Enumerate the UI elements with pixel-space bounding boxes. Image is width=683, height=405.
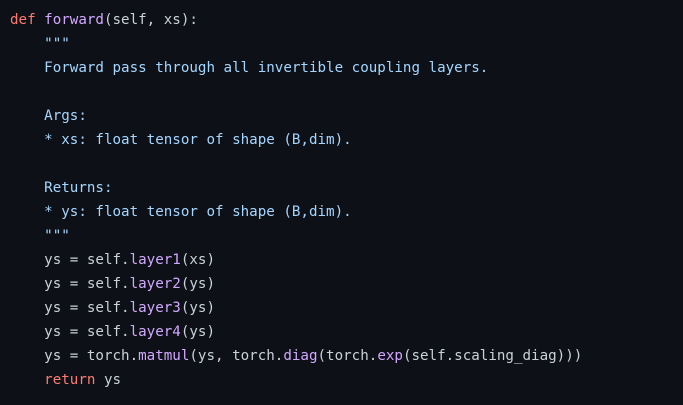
code-line: """ [10, 224, 683, 248]
code-token-fn: layer4 [129, 324, 181, 340]
code-line: Args: [10, 104, 683, 128]
code-token-fn: layer1 [129, 252, 181, 268]
code-token-kw: def [10, 12, 36, 28]
code-token-plain: ys = self. [10, 252, 130, 268]
code-token-plain: (ys, torch. [189, 348, 284, 364]
code-token-plain: (self, xs): [103, 12, 198, 28]
code-token-plain: (ys) [180, 300, 216, 316]
code-line: ys = self.layer1(xs) [10, 248, 683, 272]
code-token-kw: return [44, 372, 96, 388]
code-token-doc: * xs: float tensor of shape (B,dim). [10, 132, 352, 148]
code-token-plain: (xs) [180, 252, 216, 268]
code-token-plain: (ys) [180, 276, 216, 292]
code-line: Returns: [10, 176, 683, 200]
code-token-plain: ys [95, 372, 122, 388]
code-token-fn: exp [377, 348, 403, 364]
code-line: ys = self.layer2(ys) [10, 272, 683, 296]
code-token-plain: ys = torch. [10, 348, 139, 364]
code-token-plain: (torch. [317, 348, 378, 364]
code-line: """ [10, 32, 683, 56]
code-token-doc: Returns: [10, 180, 113, 196]
code-block: def forward(self, xs): """ Forward pass … [0, 0, 683, 405]
code-token-fn: layer2 [129, 276, 181, 292]
code-token-doc: """ [10, 228, 70, 244]
code-token-fn: matmul [138, 348, 190, 364]
code-token-doc: * ys: float tensor of shape (B,dim). [10, 204, 352, 220]
code-line: def forward(self, xs): [10, 8, 683, 32]
code-token-plain: ys = self. [10, 324, 130, 340]
code-line: ys = self.layer4(ys) [10, 320, 683, 344]
code-token-plain: (ys) [180, 324, 216, 340]
code-line: Forward pass through all invertible coup… [10, 56, 683, 80]
code-line: ys = torch.matmul(ys, torch.diag(torch.e… [10, 344, 683, 368]
code-token-doc: Args: [10, 108, 87, 124]
code-token-fn: layer3 [129, 300, 181, 316]
code-token-doc: """ [10, 36, 70, 52]
code-token-fn: diag [283, 348, 318, 364]
code-line: ys = self.layer3(ys) [10, 296, 683, 320]
code-line: return ys [10, 368, 683, 392]
code-token-fn: forward [44, 12, 104, 28]
code-token-plain: ys = self. [10, 300, 130, 316]
code-token-doc: Forward pass through all invertible coup… [10, 60, 489, 76]
code-token-plain: (self.scaling_diag))) [402, 348, 583, 364]
code-line: * ys: float tensor of shape (B,dim). [10, 200, 683, 224]
code-line: * xs: float tensor of shape (B,dim). [10, 128, 683, 152]
code-token-plain: ys = self. [10, 276, 130, 292]
